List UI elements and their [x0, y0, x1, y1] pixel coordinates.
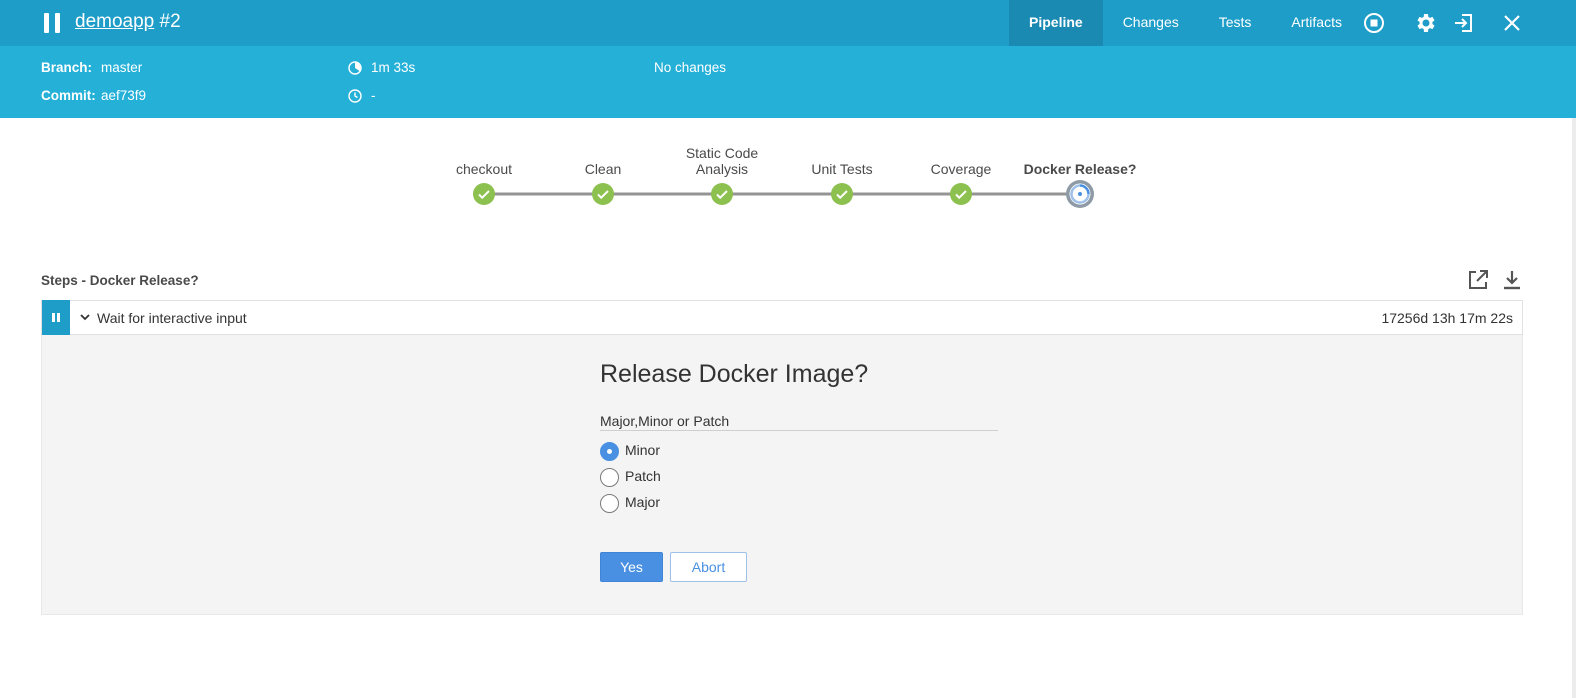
gear-icon[interactable] — [1414, 11, 1438, 35]
radio-patch[interactable] — [600, 468, 619, 487]
step-duration: 17256d 13h 17m 22s — [1381, 310, 1513, 326]
open-in-new-icon[interactable] — [1466, 268, 1490, 292]
stage-label-docker-release: Docker Release? — [1023, 161, 1137, 177]
download-icon[interactable] — [1500, 268, 1524, 292]
duration-value: 1m 33s — [371, 60, 416, 75]
stage-static-code-analysis-success-icon[interactable] — [710, 182, 734, 206]
step-paused-icon — [42, 300, 70, 335]
exit-icon[interactable] — [1452, 11, 1476, 35]
step-name[interactable]: Wait for interactive input — [97, 310, 247, 326]
tab-pipeline[interactable]: Pipeline — [1009, 0, 1103, 46]
stage-checkout-success-icon[interactable] — [472, 182, 496, 206]
input-form-panel: Release Docker Image? Major,Minor or Pat… — [41, 335, 1523, 615]
pipeline-graph: checkout Clean Static Code Analysis Unit … — [0, 118, 1576, 248]
radio-option-minor[interactable]: Minor — [600, 440, 800, 462]
stage-clean-success-icon[interactable] — [591, 182, 615, 206]
param-divider — [600, 430, 998, 431]
abort-button[interactable]: Abort — [670, 552, 747, 582]
tab-artifacts[interactable]: Artifacts — [1271, 0, 1362, 46]
clock-icon — [348, 89, 362, 103]
ended-value: - — [371, 88, 376, 103]
changes-summary: No changes — [654, 60, 727, 75]
commit-value: aef73f9 — [101, 88, 147, 103]
stop-icon[interactable] — [1362, 11, 1386, 35]
form-title: Release Docker Image? — [600, 360, 869, 388]
close-icon[interactable] — [1500, 11, 1524, 35]
chevron-down-icon[interactable] — [79, 311, 91, 323]
stage-unit-tests-success-icon[interactable] — [830, 182, 854, 206]
radio-option-major[interactable]: Major — [600, 492, 800, 514]
app-name-link[interactable]: demoapp — [75, 11, 154, 32]
stage-label-checkout: checkout — [455, 161, 513, 177]
radio-major[interactable] — [600, 494, 619, 513]
run-info-bar: Branch: master Commit: aef73f9 1m 33s - … — [0, 46, 1576, 118]
nav-tabs: Pipeline Changes Tests Artifacts — [1009, 0, 1362, 46]
pause-icon — [44, 13, 62, 33]
radio-label-minor: Minor — [625, 442, 661, 458]
steps-title: Steps - Docker Release? — [41, 273, 199, 288]
tab-changes[interactable]: Changes — [1103, 0, 1199, 46]
stage-label-coverage: Coverage — [930, 161, 992, 177]
radio-label-major: Major — [625, 494, 661, 510]
step-row[interactable]: Wait for interactive input 17256d 13h 17… — [41, 300, 1523, 335]
commit-label: Commit: — [41, 88, 96, 103]
radio-option-patch[interactable]: Patch — [600, 466, 800, 488]
stage-coverage-success-icon[interactable] — [949, 182, 973, 206]
radio-minor[interactable] — [600, 442, 619, 461]
stage-label-static-code-analysis: Static Code Analysis — [685, 145, 759, 177]
stage-docker-release-paused-icon[interactable] — [1065, 179, 1095, 209]
pipeline-connector — [484, 192, 1080, 196]
stage-label-unit-tests: Unit Tests — [811, 161, 873, 177]
top-header: demoapp #2 Pipeline Changes Tests Artifa… — [0, 0, 1576, 46]
branch-value: master — [101, 60, 143, 75]
yes-button[interactable]: Yes — [600, 552, 663, 582]
run-number: #2 — [159, 11, 181, 32]
tab-tests[interactable]: Tests — [1199, 0, 1272, 46]
stage-label-clean: Clean — [584, 161, 622, 177]
run-title: demoapp #2 — [75, 11, 181, 33]
duration-icon — [348, 61, 362, 75]
branch-label: Branch: — [41, 60, 93, 75]
radio-label-patch: Patch — [625, 468, 661, 484]
param-label: Major,Minor or Patch — [600, 413, 730, 429]
